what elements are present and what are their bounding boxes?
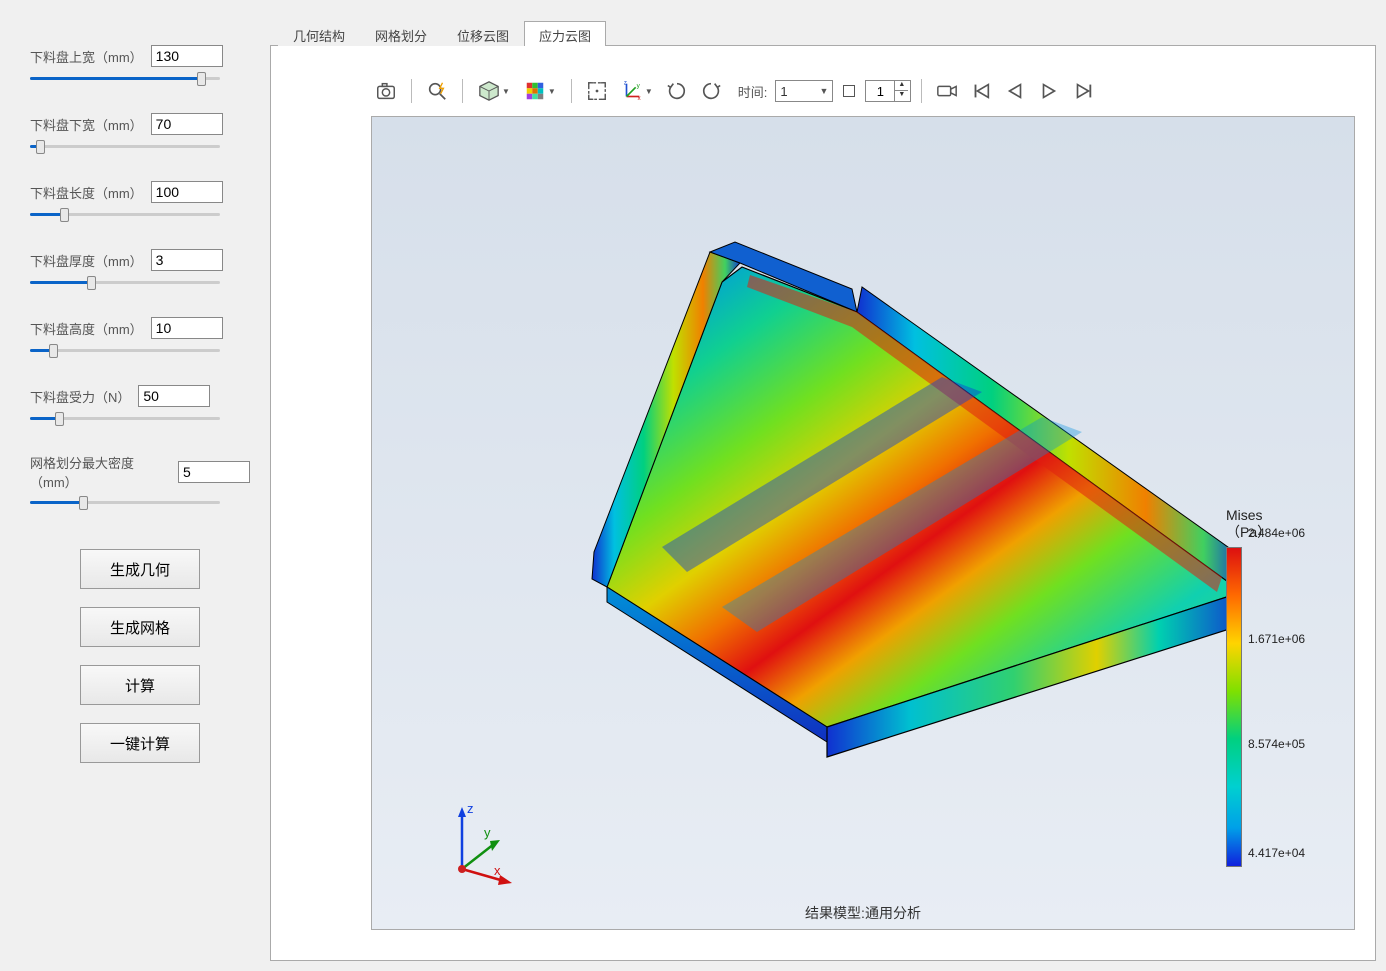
axis-triad: z y x [432, 799, 522, 889]
camera-icon[interactable] [371, 76, 401, 106]
legend-tick: 4.417e+04 [1248, 846, 1305, 860]
viewer-toolbar: ▼ ▼ zxy▼ 时间: 1▼ ▲▼ [371, 74, 1355, 108]
render-mode-icon[interactable]: ▼ [473, 76, 515, 106]
param-label: 下料盘长度（mm） [30, 183, 143, 202]
sidebar: 下料盘上宽（mm） 下料盘下宽（mm） 下料盘长度（mm） 下料盘厚度（mm [10, 20, 270, 961]
param-slider[interactable] [30, 139, 220, 153]
param-slider[interactable] [30, 275, 220, 289]
tab-bar: 几何结构网格划分位移云图应力云图 [270, 20, 1376, 46]
param-input[interactable] [178, 461, 250, 483]
legend-colorbar [1226, 547, 1242, 867]
time-label: 时间: [738, 82, 768, 101]
param-label: 下料盘上宽（mm） [30, 47, 143, 66]
param-label: 网格划分最大密度（mm） [30, 453, 170, 491]
svg-text:y: y [636, 82, 640, 89]
colormap-icon[interactable]: ▼ [519, 76, 561, 106]
first-frame-icon[interactable] [966, 76, 996, 106]
next-frame-icon[interactable] [1068, 76, 1098, 106]
param-input[interactable] [151, 181, 223, 203]
prev-frame-icon[interactable] [1000, 76, 1030, 106]
generate-mesh-button[interactable]: 生成网格 [80, 607, 200, 647]
param-slider[interactable] [30, 71, 220, 85]
svg-text:z: z [467, 801, 474, 816]
param-input[interactable] [151, 113, 223, 135]
zoom-lightning-icon[interactable] [422, 76, 452, 106]
render-canvas[interactable]: z y x Mises （Pa） 2.484e+061.671e+068.57 [371, 116, 1355, 930]
param-slider[interactable] [30, 343, 220, 357]
legend-tick: 8.574e+05 [1248, 737, 1305, 751]
tab-1[interactable]: 网格划分 [360, 21, 442, 46]
time-select[interactable]: 1▼ [775, 80, 833, 102]
param-input[interactable] [151, 317, 223, 339]
svg-text:x: x [494, 863, 501, 878]
param-input[interactable] [138, 385, 210, 407]
fit-view-icon[interactable] [582, 76, 612, 106]
result-model-label: 结果模型:通用分析 [805, 903, 921, 923]
param-input[interactable] [151, 249, 223, 271]
param-label: 下料盘厚度（mm） [30, 251, 143, 270]
video-camera-icon[interactable] [932, 76, 962, 106]
result-viewer: ▼ ▼ zxy▼ 时间: 1▼ ▲▼ [270, 46, 1376, 961]
param-slider[interactable] [30, 207, 220, 221]
calculate-button[interactable]: 计算 [80, 665, 200, 705]
play-icon[interactable] [1034, 76, 1064, 106]
param-slider[interactable] [30, 495, 220, 509]
param-label: 下料盘下宽（mm） [30, 115, 143, 134]
frame-spinner[interactable]: ▲▼ [865, 80, 911, 102]
rotate-cw-icon[interactable] [662, 76, 692, 106]
axis-triad-icon[interactable]: zxy▼ [616, 76, 658, 106]
stop-icon[interactable] [837, 76, 861, 106]
generate-geometry-button[interactable]: 生成几何 [80, 549, 200, 589]
param-label: 下料盘受力（N） [30, 387, 130, 406]
color-legend: Mises （Pa） 2.484e+061.671e+068.574e+054.… [1226, 507, 1336, 867]
legend-tick: 1.671e+06 [1248, 632, 1305, 646]
svg-text:y: y [484, 825, 491, 840]
tab-3[interactable]: 应力云图 [524, 21, 606, 46]
one-click-calculate-button[interactable]: 一键计算 [80, 723, 200, 763]
svg-text:z: z [624, 80, 627, 87]
tab-0[interactable]: 几何结构 [278, 21, 360, 46]
legend-quantity: Mises [1226, 507, 1263, 523]
stress-contour-model [522, 217, 1242, 777]
rotate-ccw-icon[interactable] [696, 76, 726, 106]
legend-tick: 2.484e+06 [1248, 526, 1305, 540]
frame-input[interactable] [866, 84, 894, 99]
tab-2[interactable]: 位移云图 [442, 21, 524, 46]
svg-text:x: x [637, 95, 641, 102]
param-input[interactable] [151, 45, 223, 67]
param-label: 下料盘高度（mm） [30, 319, 143, 338]
param-slider[interactable] [30, 411, 220, 425]
